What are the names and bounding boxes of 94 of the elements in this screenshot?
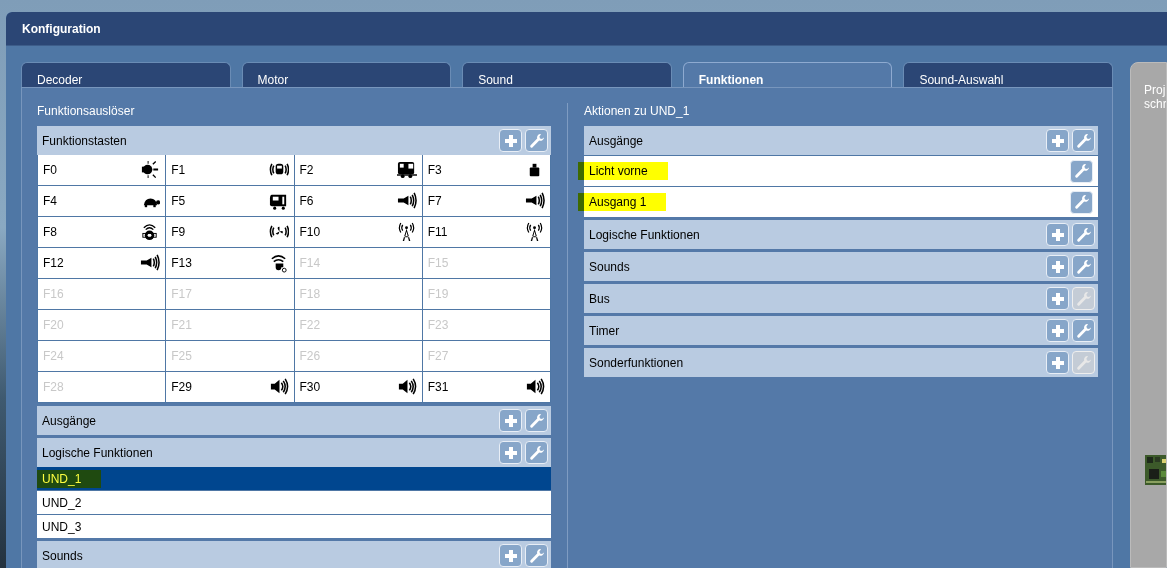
function-key[interactable]: F3 (422, 155, 550, 185)
wrench-button[interactable] (1072, 319, 1095, 342)
wrench-icon (1073, 163, 1090, 179)
function-key[interactable]: F9 (166, 217, 294, 247)
plus-icon (1050, 323, 1065, 338)
tab[interactable]: Sound-Auswahl (903, 62, 1113, 87)
wrench-button[interactable] (1072, 255, 1095, 278)
wrench-icon (1075, 290, 1092, 307)
list-item[interactable]: UND_1 (37, 467, 551, 490)
wrench-icon (528, 547, 545, 564)
panel-title: Aktionen zu UND_1 (584, 103, 691, 120)
wrench-button[interactable] (1072, 351, 1095, 374)
horn-icon (525, 191, 545, 211)
section-title: Bus (589, 291, 611, 306)
side-text: schr (1144, 97, 1166, 111)
wrench-icon (1075, 226, 1092, 243)
wrench-button[interactable] (525, 129, 548, 152)
speaker-icon (396, 377, 417, 397)
section-title: Ausgänge (589, 133, 645, 148)
wrench-icon (528, 444, 545, 461)
function-key[interactable]: F29 (166, 372, 294, 402)
wrench-icon (1073, 194, 1090, 210)
add-button[interactable] (1046, 287, 1069, 310)
function-key[interactable]: F10 (294, 217, 422, 247)
panel-title: Funktionsauslöser (37, 103, 136, 120)
wrench-button[interactable] (1070, 190, 1093, 214)
add-button[interactable] (1046, 351, 1069, 374)
function-key[interactable]: F6 (294, 186, 422, 216)
wrench-button[interactable] (1072, 287, 1095, 310)
wrench-icon (1075, 132, 1092, 149)
function-key[interactable]: F7 (422, 186, 550, 216)
section-title: Funktionstasten (42, 133, 128, 148)
tab[interactable]: Funktionen (682, 62, 893, 87)
add-button[interactable] (499, 544, 522, 567)
plus-icon (1050, 227, 1065, 242)
tab[interactable]: Motor (241, 62, 452, 87)
wrench-button[interactable] (525, 409, 548, 432)
wrench-button[interactable] (525, 544, 548, 567)
wrench-button[interactable] (1072, 129, 1095, 152)
plus-icon (1050, 133, 1065, 148)
side-text: Proj (1144, 83, 1166, 97)
wrench-icon (1075, 258, 1092, 275)
antenna-icon (525, 222, 545, 242)
section-title: Sounds (589, 259, 631, 274)
function-key[interactable]: F4 (38, 186, 166, 216)
function-key[interactable]: F13 (166, 248, 294, 278)
plus-icon (503, 133, 518, 148)
function-key[interactable]: F1 (166, 155, 294, 185)
wrench-icon (528, 412, 545, 429)
function-key[interactable]: F30 (294, 372, 422, 402)
add-button[interactable] (499, 409, 522, 432)
function-key[interactable]: F12 (38, 248, 166, 278)
add-button[interactable] (499, 129, 522, 152)
section-title: Timer (589, 323, 621, 338)
wrench-button[interactable] (525, 441, 548, 464)
speaker-icon (525, 377, 545, 397)
function-key[interactable]: F31 (422, 372, 550, 402)
section-title: Logische Funktionen (589, 227, 701, 242)
function-key[interactable]: F11 (422, 217, 550, 247)
section-title: Sonderfunktionen (589, 355, 685, 370)
plus-icon (503, 413, 518, 428)
wrench-button[interactable] (1070, 159, 1093, 183)
tab[interactable]: Sound (462, 62, 672, 87)
plus-icon (1050, 259, 1065, 274)
add-button[interactable] (1046, 223, 1069, 246)
plus-icon (1050, 355, 1065, 370)
railcar-icon (396, 160, 417, 180)
add-button[interactable] (499, 441, 522, 464)
function-key[interactable]: F8 (38, 217, 166, 247)
tab[interactable]: Decoder (21, 62, 231, 87)
plus-icon (1050, 291, 1065, 306)
section-title: Ausgänge (42, 413, 98, 428)
wrench-icon (1075, 354, 1092, 371)
add-button[interactable] (1046, 129, 1069, 152)
horn-icon (140, 253, 161, 273)
function-key[interactable]: F2 (294, 155, 422, 185)
section-title: Logische Funktionen (42, 445, 154, 460)
add-button[interactable] (1046, 255, 1069, 278)
window-title: Konfiguration (6, 12, 1167, 46)
horn-icon (396, 191, 417, 211)
antenna-icon (396, 222, 417, 242)
wrench-icon (528, 132, 545, 149)
wrench-button[interactable] (1072, 223, 1095, 246)
plus-icon (503, 445, 518, 460)
function-key[interactable]: F5 (166, 186, 294, 216)
section-title: Sounds (42, 548, 84, 563)
list-item[interactable]: UND_2 (37, 490, 551, 514)
add-button[interactable] (1046, 319, 1069, 342)
lamp-icon (140, 160, 161, 180)
list-item[interactable]: UND_3 (37, 514, 551, 538)
function-key[interactable]: F0 (38, 155, 166, 185)
speaker-icon (268, 377, 289, 397)
wrench-icon (1075, 322, 1092, 339)
plus-icon (503, 548, 518, 563)
